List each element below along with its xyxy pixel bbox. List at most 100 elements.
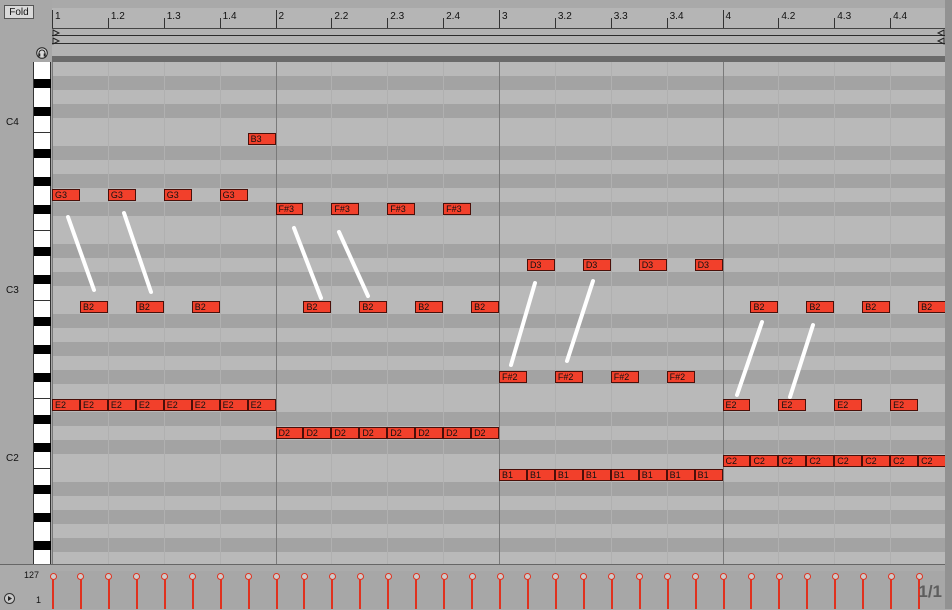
midi-note[interactable]: D2	[443, 427, 472, 439]
midi-note[interactable]: D2	[275, 427, 304, 439]
black-key[interactable]	[34, 204, 51, 214]
velocity-handle[interactable]	[915, 573, 923, 580]
midi-note[interactable]: E2	[191, 399, 220, 411]
velocity-stem[interactable]	[806, 579, 809, 609]
midi-note[interactable]: F#3	[331, 203, 360, 215]
black-key[interactable]	[34, 78, 51, 88]
headphones-icon[interactable]	[36, 46, 48, 59]
midi-note[interactable]: E2	[107, 399, 136, 411]
midi-note[interactable]: B2	[918, 301, 945, 313]
midi-note[interactable]: D3	[694, 259, 723, 271]
velocity-stem[interactable]	[135, 579, 138, 609]
midi-note[interactable]: F#3	[387, 203, 416, 215]
midi-note[interactable]: B1	[499, 469, 527, 481]
velocity-handle[interactable]	[105, 573, 113, 580]
velocity-stem[interactable]	[331, 579, 334, 609]
velocity-stem[interactable]	[526, 579, 529, 609]
black-key[interactable]	[34, 512, 51, 522]
midi-note[interactable]: B1	[610, 469, 639, 481]
velocity-stem[interactable]	[163, 579, 166, 609]
velocity-handle[interactable]	[887, 573, 895, 580]
velocity-stem[interactable]	[387, 579, 390, 609]
velocity-handle[interactable]	[273, 573, 280, 580]
midi-note[interactable]: F#3	[443, 203, 472, 215]
midi-note[interactable]: G3	[107, 189, 136, 201]
midi-note[interactable]: B2	[79, 301, 108, 313]
velocity-handle[interactable]	[189, 573, 197, 580]
velocity-stem[interactable]	[834, 579, 837, 609]
velocity-handle[interactable]	[524, 573, 532, 580]
velocity-stem[interactable]	[582, 579, 585, 609]
midi-note[interactable]: E2	[163, 399, 192, 411]
velocity-stem[interactable]	[107, 579, 110, 609]
black-key[interactable]	[34, 372, 51, 382]
velocity-handle[interactable]	[412, 573, 420, 580]
velocity-stem[interactable]	[275, 579, 278, 609]
velocity-handle[interactable]	[859, 573, 867, 580]
velocity-stem[interactable]	[471, 579, 474, 609]
velocity-handle[interactable]	[161, 573, 169, 580]
velocity-handle[interactable]	[831, 573, 839, 580]
midi-note[interactable]: E2	[52, 399, 80, 411]
midi-note[interactable]: E2	[890, 399, 919, 411]
velocity-handle[interactable]	[608, 573, 616, 580]
loop-start-marker-icon[interactable]	[52, 29, 61, 37]
midi-note[interactable]: C2	[890, 455, 919, 467]
velocity-handle[interactable]	[692, 573, 700, 580]
midi-note[interactable]: C2	[722, 455, 751, 467]
midi-note[interactable]: F#3	[275, 203, 304, 215]
midi-note[interactable]: D2	[415, 427, 444, 439]
midi-note[interactable]: B2	[862, 301, 891, 313]
midi-note[interactable]: F#2	[666, 371, 695, 383]
velocity-stem[interactable]	[610, 579, 613, 609]
black-key[interactable]	[34, 316, 51, 326]
velocity-stem[interactable]	[415, 579, 418, 609]
piano-keyboard[interactable]	[33, 62, 51, 567]
midi-note[interactable]: D2	[359, 427, 388, 439]
velocity-stem[interactable]	[359, 579, 362, 609]
midi-note[interactable]: E2	[778, 399, 807, 411]
midi-note[interactable]: B1	[554, 469, 583, 481]
midi-note[interactable]: D3	[582, 259, 611, 271]
midi-note[interactable]: D2	[303, 427, 332, 439]
black-key[interactable]	[34, 246, 51, 256]
midi-note[interactable]: E2	[135, 399, 164, 411]
velocity-handle[interactable]	[328, 573, 336, 580]
midi-note[interactable]: G3	[52, 189, 80, 201]
velocity-stem[interactable]	[778, 579, 781, 609]
loop-end-marker-icon[interactable]	[936, 29, 945, 37]
midi-note[interactable]: B1	[638, 469, 667, 481]
midi-note[interactable]: D3	[526, 259, 555, 271]
velocity-stem[interactable]	[750, 579, 753, 609]
velocity-handle[interactable]	[245, 573, 253, 580]
black-key[interactable]	[34, 344, 51, 354]
midi-note[interactable]: B2	[750, 301, 779, 313]
midi-note[interactable]: B1	[526, 469, 555, 481]
midi-note[interactable]: F#2	[499, 371, 527, 383]
black-key[interactable]	[34, 176, 51, 186]
velocity-stem[interactable]	[862, 579, 865, 609]
velocity-handle[interactable]	[77, 573, 85, 580]
midi-note[interactable]: C2	[834, 455, 863, 467]
velocity-handle[interactable]	[803, 573, 811, 580]
midi-note[interactable]: B2	[135, 301, 164, 313]
velocity-stem[interactable]	[638, 579, 641, 609]
timeline-ruler[interactable]: 1 1.2 1.3 1.4 2 2.2 2.3 2.4 3 3.2 3.3 3.4 4 4.2 4.3 4.4	[52, 8, 945, 28]
velocity-handle[interactable]	[468, 573, 476, 580]
velocity-handle[interactable]	[747, 573, 755, 580]
midi-note[interactable]: C2	[806, 455, 835, 467]
velocity-stem[interactable]	[443, 579, 446, 609]
note-grid[interactable]: G3 G3 G3 G3 B3 B2 B2 B2 E2 E2 E2 E2 E2 E2 E2 E2 F#3 F#3 F#…	[52, 62, 945, 564]
midi-note[interactable]: E2	[247, 399, 276, 411]
velocity-stem[interactable]	[191, 579, 194, 609]
midi-note[interactable]: G3	[219, 189, 248, 201]
velocity-handle[interactable]	[552, 573, 560, 580]
velocity-area[interactable]	[49, 571, 945, 609]
velocity-handle[interactable]	[440, 573, 448, 580]
black-key[interactable]	[34, 484, 51, 494]
velocity-handle[interactable]	[49, 573, 57, 580]
midi-note[interactable]: F#2	[554, 371, 583, 383]
velocity-stem[interactable]	[52, 579, 54, 609]
scrollbar[interactable]	[945, 0, 952, 609]
velocity-handle[interactable]	[300, 573, 308, 580]
